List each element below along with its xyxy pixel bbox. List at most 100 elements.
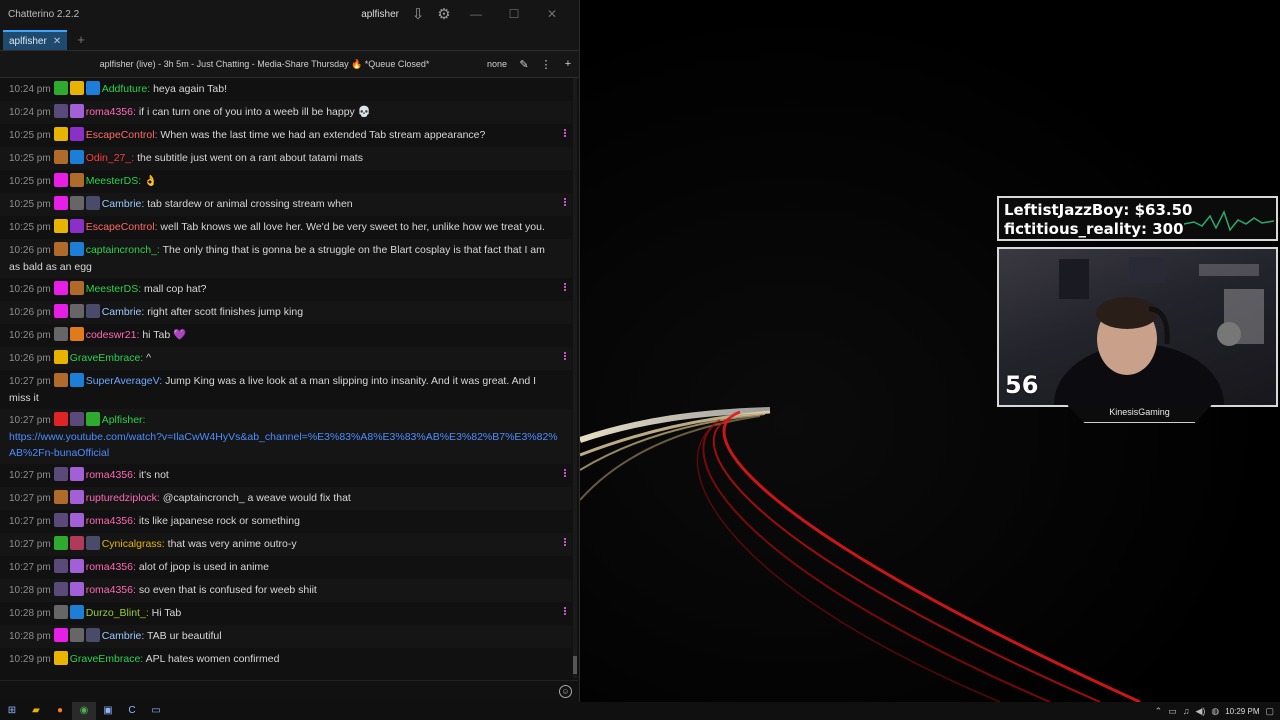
- user-badge-icon[interactable]: [53, 242, 68, 256]
- clock[interactable]: 10:29 PM: [1225, 707, 1259, 716]
- message-username[interactable]: roma4356:: [86, 561, 136, 573]
- user-badge-icon[interactable]: [69, 242, 84, 256]
- user-badge-icon[interactable]: [69, 81, 84, 95]
- user-badge-icon[interactable]: [69, 373, 84, 387]
- chat-message[interactable]: 10:26 pm captaincronch_: The only thing t…: [0, 239, 572, 278]
- maximize-button[interactable]: ☐: [495, 3, 533, 25]
- message-username[interactable]: roma4356:: [86, 106, 136, 118]
- start-windows-icon[interactable]: ⊞: [0, 702, 24, 720]
- message-username[interactable]: Addfuture:: [102, 83, 150, 95]
- chat-message[interactable]: 10:27 pm Cynicalgrass: that was very anim…: [0, 533, 572, 556]
- user-badge-icon[interactable]: [85, 304, 100, 318]
- message-username[interactable]: rupturedziplock:: [86, 492, 160, 504]
- chrome-icon[interactable]: ◉: [72, 702, 96, 720]
- user-badge-icon[interactable]: [85, 412, 100, 426]
- user-badge-icon[interactable]: [53, 196, 68, 210]
- add-split-icon[interactable]: +: [557, 58, 579, 70]
- chat-message[interactable]: 10:24 pm roma4356: if i can turn one of y…: [0, 101, 572, 124]
- gear-icon[interactable]: ⚙: [431, 3, 457, 25]
- chat-message[interactable]: 10:25 pm MeesterDS: 👌: [0, 170, 572, 193]
- user-badge-icon[interactable]: [53, 104, 68, 118]
- message-username[interactable]: Odin_27_:: [86, 152, 134, 164]
- account-switcher[interactable]: aplfisher: [361, 9, 399, 20]
- message-username[interactable]: MeesterDS:: [86, 175, 141, 187]
- user-badge-icon[interactable]: [69, 327, 84, 341]
- scroll-thumb[interactable]: [573, 656, 577, 674]
- user-badge-icon[interactable]: [53, 559, 68, 573]
- chat-message[interactable]: 10:26 pm Cambrie: right after scott finis…: [0, 301, 572, 324]
- user-badge-icon[interactable]: [53, 628, 68, 642]
- chevron-up-icon[interactable]: ⌃: [1155, 706, 1163, 717]
- user-badge-icon[interactable]: [53, 219, 68, 233]
- volume-icon[interactable]: ◀): [1195, 706, 1205, 717]
- wifi-icon[interactable]: ◍: [1211, 706, 1219, 717]
- chatterino-icon[interactable]: C: [120, 702, 144, 720]
- file-explorer-icon[interactable]: ▰: [24, 702, 48, 720]
- chat-message[interactable]: 10:28 pm Durzo_Blint_: Hi Tab: [0, 602, 572, 625]
- user-badge-icon[interactable]: [69, 490, 84, 504]
- emote-picker-icon[interactable]: ☺: [559, 685, 572, 698]
- chat-message[interactable]: 10:27 pm rupturedziplock: @captaincronch_…: [0, 487, 572, 510]
- user-badge-icon[interactable]: [69, 304, 84, 318]
- chat-message[interactable]: 10:28 pm roma4356: so even that is confus…: [0, 579, 572, 602]
- user-badge-icon[interactable]: [85, 196, 100, 210]
- user-badge-icon[interactable]: [53, 173, 68, 187]
- message-username[interactable]: MeesterDS:: [86, 283, 141, 295]
- more-menu-icon[interactable]: ⋮: [535, 58, 557, 71]
- chat-message[interactable]: 10:27 pm roma4356: alot of jpop is used i…: [0, 556, 572, 579]
- add-tab-button[interactable]: +: [77, 30, 85, 50]
- app-icon[interactable]: ▣: [96, 702, 120, 720]
- chat-message[interactable]: 10:27 pm SuperAverageV: Jump King was a l…: [0, 370, 572, 409]
- user-badge-icon[interactable]: [53, 412, 68, 426]
- user-badge-icon[interactable]: [53, 582, 68, 596]
- user-badge-icon[interactable]: [69, 582, 84, 596]
- user-badge-icon[interactable]: [53, 150, 68, 164]
- user-badge-icon[interactable]: [53, 467, 68, 481]
- user-badge-icon[interactable]: [69, 104, 84, 118]
- message-username[interactable]: SuperAverageV:: [86, 375, 162, 387]
- chat-message[interactable]: 10:28 pm Cambrie: TAB ur beautiful: [0, 625, 572, 648]
- window-icon[interactable]: ▭: [144, 702, 168, 720]
- chat-mode[interactable]: none: [481, 59, 513, 69]
- user-badge-icon[interactable]: [53, 350, 68, 364]
- user-badge-icon[interactable]: [53, 281, 68, 295]
- user-badge-icon[interactable]: [85, 536, 100, 550]
- headset-icon[interactable]: ♫: [1183, 706, 1190, 716]
- user-badge-icon[interactable]: [69, 219, 84, 233]
- user-badge-icon[interactable]: [69, 150, 84, 164]
- user-badge-icon[interactable]: [85, 628, 100, 642]
- message-username[interactable]: EscapeControl:: [86, 221, 158, 233]
- user-badge-icon[interactable]: [69, 412, 84, 426]
- message-username[interactable]: GraveEmbrace:: [70, 653, 144, 665]
- tab-close-icon[interactable]: ✕: [53, 36, 61, 47]
- user-badge-icon[interactable]: [69, 559, 84, 573]
- message-username[interactable]: roma4356:: [86, 584, 136, 596]
- minimize-button[interactable]: —: [457, 3, 495, 25]
- close-button[interactable]: ✕: [533, 3, 571, 25]
- notification-icon[interactable]: ▢: [1265, 706, 1274, 717]
- user-badge-icon[interactable]: [53, 373, 68, 387]
- chat-message[interactable]: 10:26 pm GraveEmbrace: ^: [0, 347, 572, 370]
- user-badge-icon[interactable]: [69, 605, 84, 619]
- user-badge-icon[interactable]: [53, 490, 68, 504]
- message-username[interactable]: GraveEmbrace:: [70, 352, 144, 364]
- message-username[interactable]: codeswr21:: [86, 329, 140, 341]
- firefox-icon[interactable]: ●: [48, 702, 72, 720]
- chat-message[interactable]: 10:27 pm roma4356: its like japanese rock…: [0, 510, 572, 533]
- titlebar[interactable]: Chatterino 2.2.2 aplfisher ⇩ ⚙ — ☐ ✕: [0, 0, 579, 28]
- chat-message[interactable]: 10:27 pm Aplfisher: https://www.youtube.co…: [0, 409, 572, 464]
- user-badge-icon[interactable]: [69, 281, 84, 295]
- user-badge-icon[interactable]: [69, 467, 84, 481]
- chat-message[interactable]: 10:25 pm Odin_27_: the subtitle just went…: [0, 147, 572, 170]
- chat-scrollbar[interactable]: [573, 78, 577, 678]
- user-badge-icon[interactable]: [69, 628, 84, 642]
- message-username[interactable]: EscapeControl:: [86, 129, 158, 141]
- user-badge-icon[interactable]: [53, 605, 68, 619]
- message-username[interactable]: Cambrie:: [102, 306, 145, 318]
- message-username[interactable]: Durzo_Blint_:: [86, 607, 149, 619]
- user-badge-icon[interactable]: [53, 513, 68, 527]
- user-badge-icon[interactable]: [53, 127, 68, 141]
- message-username[interactable]: Cambrie:: [102, 198, 145, 210]
- user-badge-icon[interactable]: [69, 173, 84, 187]
- user-badge-icon[interactable]: [53, 651, 68, 665]
